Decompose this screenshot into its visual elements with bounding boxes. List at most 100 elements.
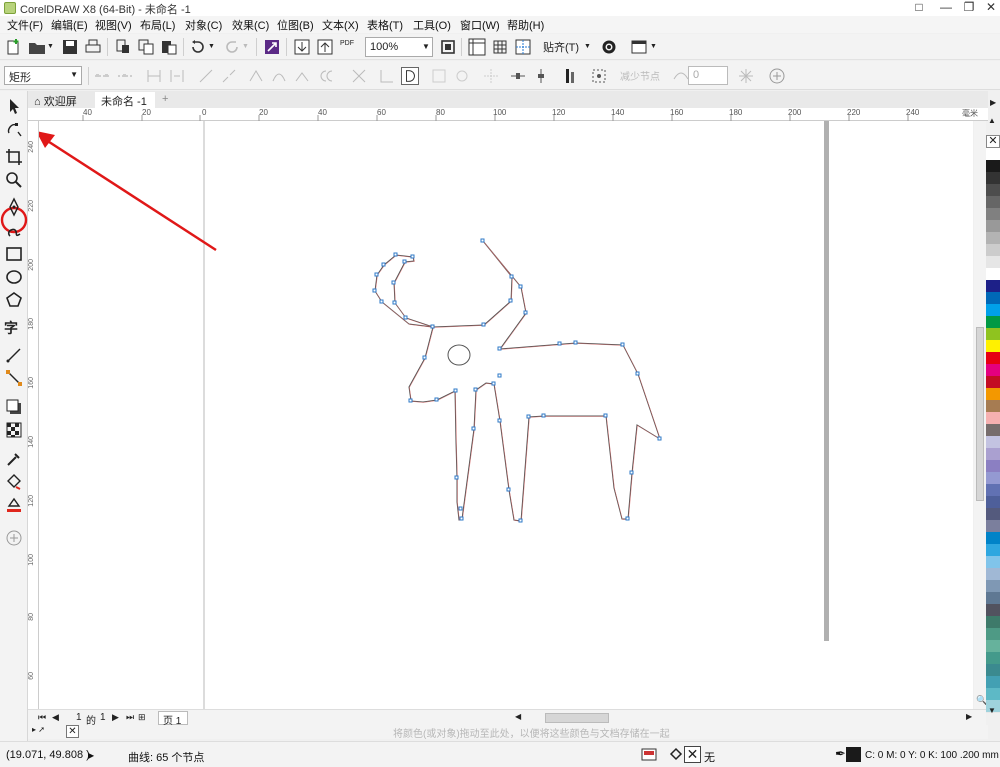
publish-pdf-icon[interactable]: PDF — [340, 40, 354, 47]
paste-icon[interactable] — [159, 37, 179, 57]
elastic-mode-icon[interactable] — [561, 67, 579, 85]
rectangle-tool-icon[interactable] — [4, 244, 24, 264]
join-nodes-icon[interactable] — [197, 67, 215, 85]
palette-menu-icon[interactable]: ▶ — [990, 98, 996, 107]
scroll-left-icon[interactable]: ◀ — [515, 712, 521, 721]
palette-scroll-down-icon[interactable]: ▼ — [988, 706, 996, 715]
curve-smoothness-field[interactable]: 0 — [688, 66, 728, 85]
zoom-tool-icon[interactable] — [4, 170, 24, 190]
break-curve-icon[interactable] — [220, 67, 238, 85]
add-page-icon[interactable]: ⊞ — [138, 712, 146, 723]
show-rulers-icon[interactable] — [467, 37, 487, 57]
artistic-media-tool-icon[interactable] — [4, 220, 24, 240]
copy-icon[interactable] — [136, 37, 156, 57]
tab-page-1[interactable]: 页 1 — [158, 711, 188, 727]
menu-view[interactable]: 视图(V) — [95, 17, 132, 33]
new-tab-plus-icon[interactable]: + — [156, 92, 170, 108]
menu-effects[interactable]: 效果(C) — [232, 17, 269, 33]
new-document-icon[interactable] — [4, 37, 24, 57]
reflect-nodes-icon[interactable] — [532, 67, 550, 85]
options-gear-icon[interactable] — [599, 37, 619, 57]
polygon-tool-icon[interactable] — [4, 290, 24, 310]
help-window-icon[interactable]: □ — [906, 0, 932, 16]
select-all-nodes-icon[interactable] — [93, 67, 111, 85]
application-launcher-icon[interactable] — [629, 37, 649, 57]
open-folder-icon[interactable] — [27, 37, 47, 57]
open-dropdown-icon[interactable]: ▼ — [47, 43, 54, 50]
shape-tool-icon[interactable] — [4, 119, 24, 139]
prev-page-icon[interactable]: ◀ — [52, 712, 59, 723]
cusp-node-icon[interactable] — [293, 67, 311, 85]
eyedropper-tool-icon[interactable] — [4, 449, 24, 469]
outline-color-swatch[interactable] — [846, 747, 861, 762]
align-nodes-icon[interactable] — [509, 67, 527, 85]
no-color-icon[interactable]: ✕ — [66, 725, 79, 738]
no-color-swatch[interactable]: ✕ — [986, 135, 1000, 148]
menu-table[interactable]: 表格(T) — [367, 17, 403, 33]
add-node-icon[interactable] — [145, 67, 163, 85]
freehand-tool-icon[interactable] — [4, 197, 24, 217]
close-button[interactable]: ✕ — [978, 0, 1000, 16]
extract-subpath-icon[interactable] — [430, 67, 448, 85]
reverse-direction-icon[interactable] — [378, 67, 396, 85]
menu-edit[interactable]: 编辑(E) — [51, 17, 88, 33]
delete-node-icon[interactable] — [168, 67, 186, 85]
palette-options-icon[interactable]: ▸ ➚ — [32, 725, 45, 734]
menu-layout[interactable]: 布局(L) — [140, 17, 175, 33]
select-all-nodes-dots-icon[interactable] — [590, 67, 608, 85]
vertical-ruler[interactable]: 240 220 200 180 160 140 120 100 80 60 — [28, 121, 39, 709]
color-profile-icon[interactable] — [641, 747, 657, 763]
no-fill-icon[interactable]: ✕ — [684, 746, 701, 763]
menu-tools[interactable]: 工具(O) — [413, 17, 451, 33]
rotate-nodes-icon[interactable] — [482, 67, 500, 85]
crop-tool-icon[interactable] — [4, 147, 24, 167]
vertical-scroll-thumb[interactable] — [976, 327, 984, 501]
last-page-icon[interactable]: ⏭ — [126, 712, 134, 723]
snap-to-button[interactable]: 贴齐(T) — [543, 39, 579, 55]
redo-dropdown-icon[interactable]: ▼ — [242, 43, 249, 50]
symmetrical-node-icon[interactable] — [350, 67, 368, 85]
interactive-fill-tool-icon[interactable] — [4, 472, 24, 492]
drawing-canvas[interactable] — [39, 121, 973, 709]
import-icon[interactable] — [292, 37, 312, 57]
menu-object[interactable]: 对象(C) — [185, 17, 222, 33]
palette-scroll-up-icon[interactable]: ▲ — [988, 116, 996, 125]
menu-help[interactable]: 帮助(H) — [507, 17, 544, 33]
scroll-right-icon[interactable]: ▶ — [966, 712, 972, 721]
zoom-dropdown-icon[interactable]: ▼ — [420, 38, 432, 56]
tab-document[interactable]: 未命名 -1 — [95, 92, 155, 108]
outline-pen-icon[interactable]: ✒ — [835, 746, 846, 762]
parallel-dimension-tool-icon[interactable] — [4, 345, 24, 365]
print-icon[interactable] — [83, 37, 103, 57]
show-guidelines-icon[interactable] — [513, 37, 533, 57]
text-tool-icon[interactable]: 字 — [4, 318, 24, 338]
search-content-icon[interactable] — [262, 37, 282, 57]
pick-tool-icon[interactable] — [4, 96, 24, 116]
status-play-icon[interactable]: ▶ — [88, 751, 94, 760]
sparkle-icon[interactable] — [737, 67, 755, 85]
menu-file[interactable]: 文件(F) — [7, 17, 43, 33]
close-curve-icon[interactable] — [401, 67, 419, 85]
next-page-icon[interactable]: ▶ — [112, 712, 119, 723]
add-plus-icon[interactable] — [768, 67, 786, 85]
marquee-nodes-icon[interactable] — [116, 67, 134, 85]
full-screen-icon[interactable] — [438, 37, 458, 57]
redo-icon[interactable] — [222, 37, 242, 57]
add-tool-icon[interactable] — [4, 528, 24, 548]
cut-icon[interactable] — [113, 37, 133, 57]
menu-text[interactable]: 文本(X) — [322, 17, 359, 33]
reduce-nodes-button[interactable]: 减少节点 — [620, 68, 660, 83]
to-line-icon[interactable] — [247, 67, 265, 85]
stretch-nodes-icon[interactable] — [453, 67, 471, 85]
launcher-dropdown-icon[interactable]: ▼ — [650, 43, 657, 50]
shape-type-select[interactable]: 矩形 ▼ — [4, 66, 82, 85]
smooth-node-icon[interactable] — [320, 67, 338, 85]
transparency-tool-icon[interactable] — [4, 420, 24, 440]
vertical-scrollbar[interactable]: 🔍 — [974, 121, 987, 709]
show-grid-icon[interactable] — [490, 37, 510, 57]
ellipse-tool-icon[interactable] — [4, 267, 24, 287]
export-icon[interactable] — [315, 37, 335, 57]
drop-shadow-tool-icon[interactable] — [4, 397, 24, 417]
undo-dropdown-icon[interactable]: ▼ — [208, 43, 215, 50]
snap-dropdown-icon[interactable]: ▼ — [584, 43, 591, 50]
